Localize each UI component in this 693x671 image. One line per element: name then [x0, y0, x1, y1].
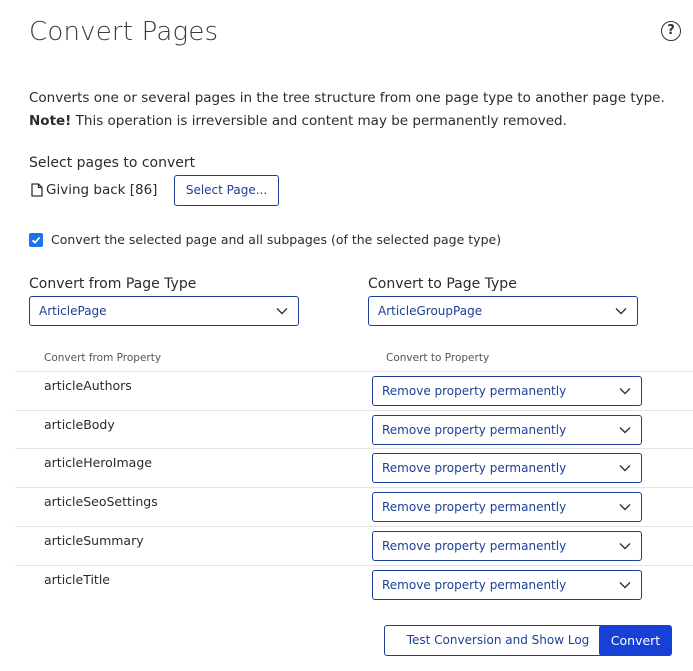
chevron-down-icon	[276, 308, 288, 315]
note-line: Note! This operation is irreversible and…	[29, 110, 665, 133]
convert-from-select[interactable]: ArticlePage	[29, 296, 299, 326]
description: Converts one or several pages in the tre…	[29, 87, 665, 133]
property-row: articleAuthors Remove property permanent…	[15, 371, 693, 411]
question-circle-icon[interactable]: ?	[661, 21, 681, 41]
property-target-select[interactable]: Remove property permanently	[372, 570, 642, 600]
convert-to-select[interactable]: ArticleGroupPage	[368, 296, 638, 326]
chevron-down-icon	[619, 427, 631, 434]
property-name: articleHeroImage	[44, 455, 152, 470]
chevron-down-icon	[619, 582, 631, 589]
property-target-value: Remove property permanently	[382, 461, 567, 475]
property-target-select[interactable]: Remove property permanently	[372, 531, 642, 561]
property-row: articleBody Remove property permanently	[15, 410, 693, 450]
from-property-header: Convert from Property	[44, 352, 162, 364]
note-label: Note!	[29, 113, 72, 129]
property-target-select[interactable]: Remove property permanently	[372, 492, 642, 522]
property-target-select[interactable]: Remove property permanently	[372, 415, 642, 445]
page-title: Convert Pages	[29, 17, 219, 47]
selected-page-name: Giving back [86]	[46, 182, 158, 198]
property-row: articleSeoSettings Remove property perma…	[15, 487, 693, 527]
property-name: articleSeoSettings	[44, 494, 158, 509]
checkmark-icon	[31, 236, 41, 244]
to-property-header: Convert to Property	[386, 352, 490, 364]
property-row: articleTitle Remove property permanently	[15, 565, 693, 605]
subpages-checkbox-label: Convert the selected page and all subpag…	[51, 232, 502, 247]
chevron-down-icon	[619, 388, 631, 395]
property-name: articleSummary	[44, 533, 144, 548]
property-target-select[interactable]: Remove property permanently	[372, 453, 642, 483]
convert-from-value: ArticlePage	[39, 304, 107, 318]
chevron-down-icon	[619, 543, 631, 550]
test-conversion-button[interactable]: Test Conversion and Show Log	[384, 625, 612, 656]
property-name: articleBody	[44, 417, 115, 432]
convert-from-label: Convert from Page Type	[29, 276, 197, 292]
selected-page: Giving back [86]	[31, 182, 157, 198]
property-target-select[interactable]: Remove property permanently	[372, 376, 642, 406]
document-icon	[31, 183, 43, 197]
select-page-button[interactable]: Select Page...	[174, 175, 279, 206]
chevron-down-icon	[619, 465, 631, 472]
property-target-value: Remove property permanently	[382, 423, 567, 437]
subpages-checkbox[interactable]	[29, 232, 43, 247]
subpages-option: Convert the selected page and all subpag…	[29, 232, 501, 247]
note-text: This operation is irreversible and conte…	[71, 113, 567, 129]
description-line: Converts one or several pages in the tre…	[29, 90, 665, 106]
property-target-value: Remove property permanently	[382, 384, 567, 398]
convert-to-value: ArticleGroupPage	[378, 304, 483, 318]
convert-to-label: Convert to Page Type	[368, 276, 517, 292]
select-pages-label: Select pages to convert	[29, 155, 196, 171]
property-target-value: Remove property permanently	[382, 578, 567, 592]
chevron-down-icon	[615, 308, 627, 315]
property-name: articleAuthors	[44, 378, 132, 393]
property-target-value: Remove property permanently	[382, 539, 567, 553]
convert-button[interactable]: Convert	[599, 625, 672, 656]
property-row: articleSummary Remove property permanent…	[15, 526, 693, 566]
property-target-value: Remove property permanently	[382, 500, 567, 514]
chevron-down-icon	[619, 504, 631, 511]
property-row: articleHeroImage Remove property permane…	[15, 448, 693, 488]
property-name: articleTitle	[44, 572, 110, 587]
